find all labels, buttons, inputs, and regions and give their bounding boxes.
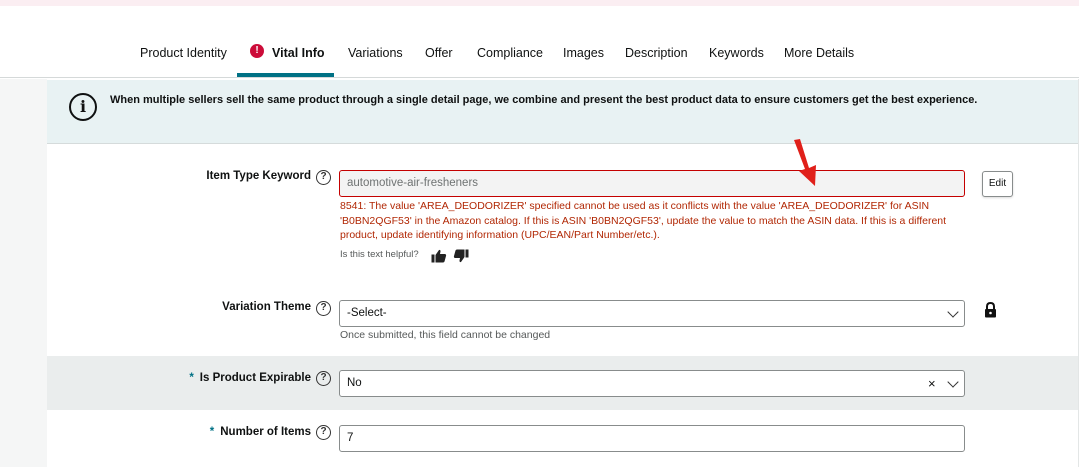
thumbs-down-icon[interactable] <box>453 249 469 263</box>
variation-theme-label: Variation Theme <box>222 301 311 313</box>
lock-icon <box>985 302 996 318</box>
is-product-expirable-label: * Is Product Expirable <box>189 372 311 384</box>
clear-icon[interactable]: × <box>928 376 936 391</box>
helpful-prompt: Is this text helpful? <box>340 249 419 260</box>
required-marker: * <box>189 372 194 384</box>
tab-offer[interactable]: Offer <box>425 46 453 60</box>
required-marker: * <box>209 426 215 438</box>
left-rail <box>0 79 47 467</box>
item-type-keyword-label: Item Type Keyword <box>206 170 311 182</box>
info-icon: i <box>69 93 97 121</box>
alert-icon: ! <box>250 44 264 58</box>
tab-description[interactable]: Description <box>625 46 688 60</box>
info-banner <box>47 80 1078 144</box>
tab-vital-info[interactable]: Vital Info <box>272 46 325 60</box>
tab-variations[interactable]: Variations <box>348 46 403 60</box>
error-message: 8541: The value 'AREA_DEODORIZER' specif… <box>340 200 947 241</box>
active-tab-indicator <box>237 73 334 77</box>
annotation-arrow-icon <box>794 139 816 186</box>
thumbs-up-icon[interactable] <box>431 249 447 263</box>
help-icon[interactable]: ? <box>316 301 331 316</box>
number-of-items-input[interactable]: 7 <box>339 425 965 452</box>
help-icon[interactable]: ? <box>316 425 331 440</box>
number-of-items-label-text: Number of Items <box>220 426 311 438</box>
item-type-keyword-field: automotive-air-fresheners <box>339 170 965 197</box>
tab-keywords[interactable]: Keywords <box>709 46 764 60</box>
number-of-items-label: * Number of Items <box>210 426 311 438</box>
variation-theme-hint: Once submitted, this field cannot be cha… <box>340 329 551 341</box>
info-banner-text: When multiple sellers sell the same prod… <box>110 94 978 106</box>
tab-compliance[interactable]: Compliance <box>477 46 543 60</box>
tab-more-details[interactable]: More Details <box>784 46 854 60</box>
tab-images[interactable]: Images <box>563 46 604 60</box>
is-product-expirable-select[interactable]: No <box>339 370 965 397</box>
help-icon[interactable]: ? <box>316 170 331 185</box>
tab-product-identity[interactable]: Product Identity <box>140 46 227 60</box>
tab-bar: Product Identity ! Vital Info Variations… <box>0 0 1079 78</box>
edit-button[interactable]: Edit <box>982 171 1013 197</box>
variation-theme-select[interactable]: -Select- <box>339 300 965 327</box>
is-product-expirable-label-text: Is Product Expirable <box>199 372 311 384</box>
help-icon[interactable]: ? <box>316 371 331 386</box>
